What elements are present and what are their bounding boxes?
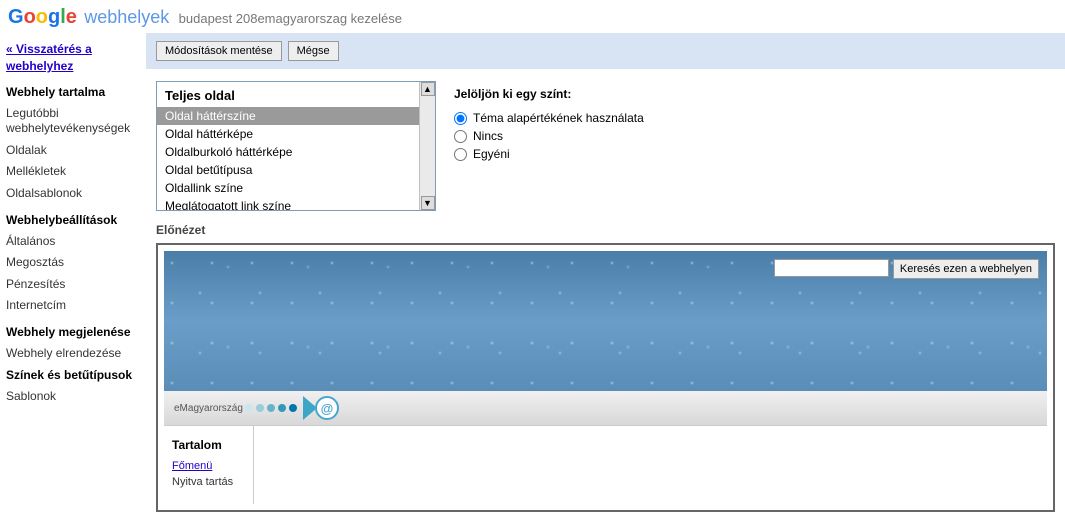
google-logo: Google (8, 12, 80, 26)
list-item-bg-image[interactable]: Oldal háttérképe (157, 125, 435, 143)
radio-none[interactable]: Nincs (454, 129, 644, 143)
preview-side-title: Tartalom (172, 438, 245, 452)
list-item-bg-color[interactable]: Oldal háttérszíne (157, 107, 435, 125)
save-button[interactable]: Módosítások mentése (156, 41, 282, 61)
preview-logo-text: eMagyarország (174, 403, 243, 414)
sidebar-item-monetize[interactable]: Pénzesítés (6, 274, 140, 296)
radio-theme-default-label: Téma alapértékének használata (473, 111, 644, 125)
preview-logo-bar: eMagyarország @ (164, 391, 1047, 425)
list-item-visited-link-color[interactable]: Meglátogatott link színe (157, 197, 435, 211)
preview-search-input[interactable] (774, 259, 889, 277)
site-title: budapest 208emagyarorszag kezelése (179, 11, 402, 26)
at-sign-icon: @ (315, 396, 339, 420)
sidebar-item-colors-fonts[interactable]: Színek és betűtípusok (6, 365, 140, 387)
sidebar-item-page-templates[interactable]: Oldalsablonok (6, 183, 140, 205)
toolbar: Módosítások mentése Mégse (146, 33, 1065, 69)
sidebar-item-recent-activity[interactable]: Legutóbbi webhelytevékenységek (6, 103, 140, 140)
list-item-font[interactable]: Oldal betűtípusa (157, 161, 435, 179)
sidebar-item-sharing[interactable]: Megosztás (6, 252, 140, 274)
style-property-listbox[interactable]: Teljes oldal Oldal háttérszíne Oldal hát… (156, 81, 436, 211)
cancel-button[interactable]: Mégse (288, 41, 339, 61)
preview-search-button[interactable]: Keresés ezen a webhelyen (893, 259, 1039, 279)
sidebar-item-pages[interactable]: Oldalak (6, 140, 140, 162)
color-panel-title: Jelöljön ki egy színt: (454, 87, 644, 101)
sidebar-section-content: Webhely tartalma (6, 85, 140, 99)
scroll-down-icon[interactable]: ▼ (421, 196, 435, 210)
list-item-link-color[interactable]: Oldallink színe (157, 179, 435, 197)
sidebar-item-attachments[interactable]: Mellékletek (6, 161, 140, 183)
list-item-wrapper-bg[interactable]: Oldalburkoló háttérképe (157, 143, 435, 161)
listbox-group-header: Teljes oldal (157, 82, 435, 107)
back-to-site-link[interactable]: « Visszatérés a webhelyhez (6, 41, 140, 75)
sidebar-section-appearance: Webhely megjelenése (6, 325, 140, 339)
radio-theme-default[interactable]: Téma alapértékének használata (454, 111, 644, 125)
radio-theme-default-input[interactable] (454, 112, 467, 125)
color-options-panel: Jelöljön ki egy színt: Téma alapértékéne… (454, 81, 644, 211)
scroll-up-icon[interactable]: ▲ (421, 82, 435, 96)
sidebar-item-layout[interactable]: Webhely elrendezése (6, 343, 140, 365)
radio-none-label: Nincs (473, 129, 503, 143)
radio-custom[interactable]: Egyéni (454, 147, 644, 161)
page-header: Google webhelyek budapest 208emagyarorsz… (0, 0, 1065, 33)
left-sidebar: « Visszatérés a webhelyhez Webhely tarta… (0, 33, 146, 522)
preview-body: Tartalom Főmenü Nyitva tartás (164, 425, 1047, 504)
sidebar-item-general[interactable]: Általános (6, 231, 140, 253)
main-content: Módosítások mentése Mégse Teljes oldal O… (146, 33, 1065, 522)
listbox-scrollbar[interactable]: ▲ ▼ (419, 82, 435, 210)
radio-custom-label: Egyéni (473, 147, 510, 161)
preview-link-main-menu[interactable]: Főmenü (172, 460, 245, 472)
radio-none-input[interactable] (454, 130, 467, 143)
preview-label: Előnézet (146, 219, 1065, 243)
preview-sidebar: Tartalom Főmenü Nyitva tartás (164, 426, 254, 504)
product-name: webhelyek (84, 7, 169, 27)
preview-main-area (254, 426, 1047, 504)
radio-custom-input[interactable] (454, 148, 467, 161)
preview-text-hours: Nyitva tartás (172, 476, 245, 488)
preview-header-banner: Keresés ezen a webhelyen (164, 251, 1047, 391)
preview-frame: Keresés ezen a webhelyen eMagyarország @… (156, 243, 1055, 512)
sidebar-item-web-address[interactable]: Internetcím (6, 295, 140, 317)
preview-search-bar: Keresés ezen a webhelyen (774, 259, 1039, 279)
sidebar-item-themes[interactable]: Sablonok (6, 386, 140, 408)
dots-icon (245, 404, 297, 412)
sidebar-section-settings: Webhelybeállítások (6, 213, 140, 227)
